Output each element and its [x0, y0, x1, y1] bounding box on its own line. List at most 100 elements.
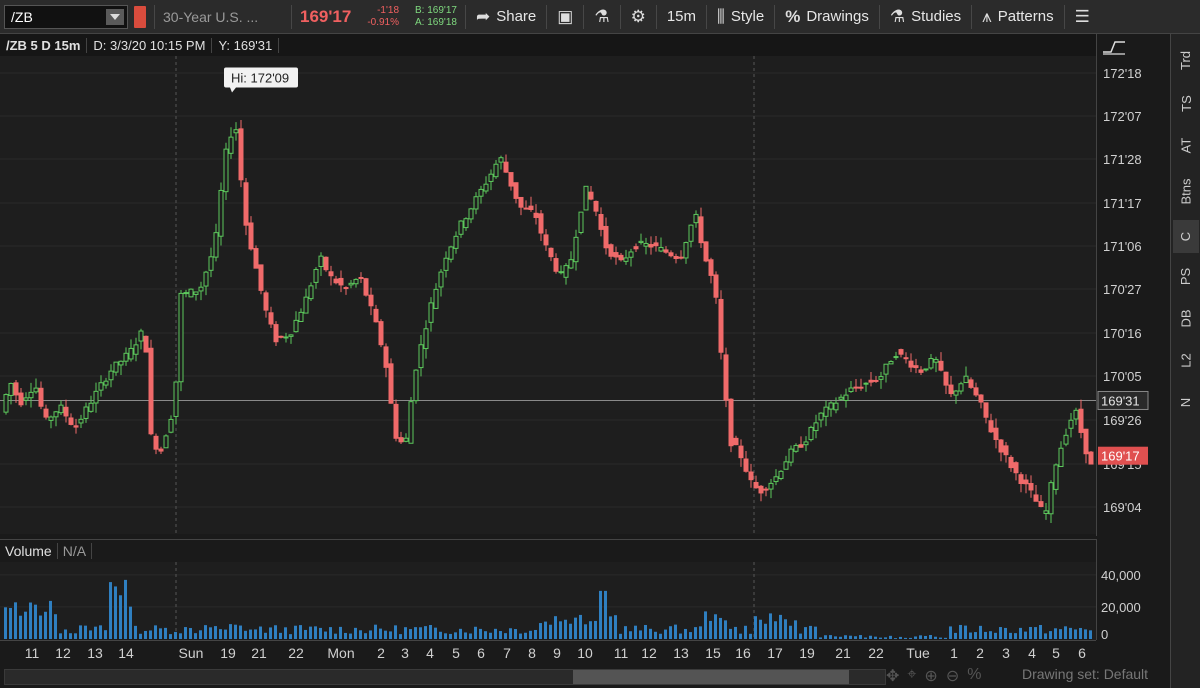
candle-body	[323, 256, 329, 271]
candle-body	[148, 347, 154, 435]
crosshair-icon[interactable]: ⌖	[907, 666, 916, 686]
volume-bar	[149, 630, 152, 639]
volume-bar	[999, 627, 1002, 639]
candle-body	[178, 292, 184, 383]
candle-body	[588, 191, 594, 200]
volume-label[interactable]: Volume	[0, 543, 58, 559]
high-label: Hi: 172'09	[224, 67, 298, 93]
volume-bar	[1059, 629, 1062, 639]
symbol-selector[interactable]: /ZB	[4, 4, 128, 29]
percent-scale-icon[interactable]: %	[967, 666, 981, 686]
price-tick-label: 172'07	[1103, 109, 1142, 124]
volume-bar	[779, 614, 782, 639]
volume-svg	[0, 562, 1096, 640]
settings-button[interactable]: ⚙	[621, 0, 656, 33]
volume-bar	[264, 632, 267, 639]
volume-bar	[369, 630, 372, 639]
tab-btns[interactable]: Btns	[1173, 175, 1199, 208]
volume-bar	[764, 623, 767, 639]
volume-bar	[204, 625, 207, 639]
time-axis[interactable]: 11 12 13 14 Sun 19 21 22 Mon 2 3 4 5 6 7 8 9 10 11 12 13 15 16…	[0, 640, 1096, 665]
candle-body	[813, 422, 819, 432]
volume-bar	[1049, 631, 1052, 639]
volume-pane[interactable]	[0, 562, 1096, 640]
candle-body	[98, 382, 104, 391]
tab-ts[interactable]: TS	[1173, 87, 1199, 120]
scrollbar-thumb[interactable]	[573, 670, 849, 684]
chart-symbol-label[interactable]: /ZB 5 D 15m	[0, 37, 88, 53]
tab-n[interactable]: N	[1173, 386, 1199, 419]
tab-c[interactable]: C	[1173, 220, 1199, 253]
volume-bar	[39, 615, 42, 639]
top-toolbar: /ZB 30-Year U.S. ... 169'17 -1'18 -0.91%…	[0, 0, 1200, 34]
alerts-button[interactable]: ▣	[547, 0, 583, 33]
volume-bar	[379, 628, 382, 639]
volume-bar	[64, 629, 67, 639]
tab-l2[interactable]: L2	[1173, 344, 1199, 377]
studies-button[interactable]: ⚗ Studies	[880, 0, 971, 33]
candle-body	[908, 360, 914, 368]
time-tick-label: 22	[288, 645, 304, 661]
candle-body	[1058, 447, 1064, 468]
candle-body	[608, 244, 614, 257]
hamburger-icon: ☰	[1074, 6, 1090, 26]
drawings-button[interactable]: % Drawings	[775, 0, 879, 33]
candle-body	[248, 222, 254, 250]
share-button[interactable]: ➦ Share	[466, 0, 546, 33]
zoom-out-icon[interactable]: ⊖	[946, 666, 959, 686]
candle-body	[513, 182, 519, 199]
volume-bar	[704, 611, 707, 639]
horizontal-scrollbar[interactable]	[4, 669, 886, 685]
flask-button[interactable]: ⚗	[584, 0, 619, 33]
volume-bar	[789, 625, 792, 639]
drawing-set-label[interactable]: Drawing set: Default	[1022, 666, 1148, 682]
more-menu-button[interactable]: ☰	[1065, 0, 1100, 33]
volume-bar	[929, 634, 932, 639]
candle-body	[578, 211, 584, 233]
time-tick-label: 19	[799, 645, 815, 661]
volume-bar	[234, 624, 237, 639]
volume-bar	[84, 625, 87, 639]
price-chart-pane[interactable]: Hi: 172'09	[0, 56, 1096, 534]
candle-body	[963, 375, 969, 384]
candle-body	[873, 379, 879, 382]
volume-bar	[1019, 627, 1022, 639]
volume-bar	[1079, 627, 1082, 639]
volume-bar	[719, 617, 722, 639]
volume-bar	[199, 630, 202, 639]
tab-ps[interactable]: PS	[1173, 260, 1199, 293]
candle-body	[698, 216, 704, 244]
candle-body	[983, 402, 989, 418]
candle-body	[238, 128, 244, 181]
price-tick-label: 170'16	[1103, 326, 1142, 341]
pan-icon[interactable]: ✥	[886, 666, 899, 686]
symbol-link-badge[interactable]	[134, 5, 146, 28]
price-chart-svg[interactable]: Hi: 172'09	[0, 56, 1096, 534]
candle-body	[433, 288, 439, 309]
tab-at[interactable]: AT	[1173, 129, 1199, 162]
tab-label: Btns	[1178, 178, 1194, 205]
gear-icon: ⚙	[630, 6, 646, 26]
candle-body	[838, 396, 844, 400]
time-tick-label: 2	[377, 645, 385, 661]
volume-bar	[364, 633, 367, 639]
time-tick-label: 9	[553, 645, 561, 661]
patterns-button[interactable]: ⩚ Patterns	[972, 0, 1063, 33]
tab-trd[interactable]: Trd	[1173, 44, 1199, 77]
zoom-in-icon[interactable]: ⊕	[924, 666, 937, 686]
candle-body	[818, 412, 824, 421]
style-button[interactable]: ⫼ Style	[707, 0, 774, 33]
chevron-down-icon[interactable]	[106, 8, 124, 25]
volume-bar	[339, 626, 342, 639]
candle-body	[1008, 456, 1014, 469]
volume-bar	[814, 626, 817, 639]
candle-body	[18, 392, 24, 406]
timeframe-button[interactable]: 15m	[657, 0, 706, 33]
volume-bar	[104, 630, 107, 639]
price-axis[interactable]: 172'18 172'07 171'28 171'17 171'06 170'27 170'…	[1096, 34, 1171, 536]
volume-bar	[134, 625, 137, 639]
tab-db[interactable]: DB	[1173, 302, 1199, 335]
tab-label: TS	[1178, 95, 1194, 112]
volume-bar	[634, 625, 637, 639]
candle-body	[358, 276, 364, 279]
